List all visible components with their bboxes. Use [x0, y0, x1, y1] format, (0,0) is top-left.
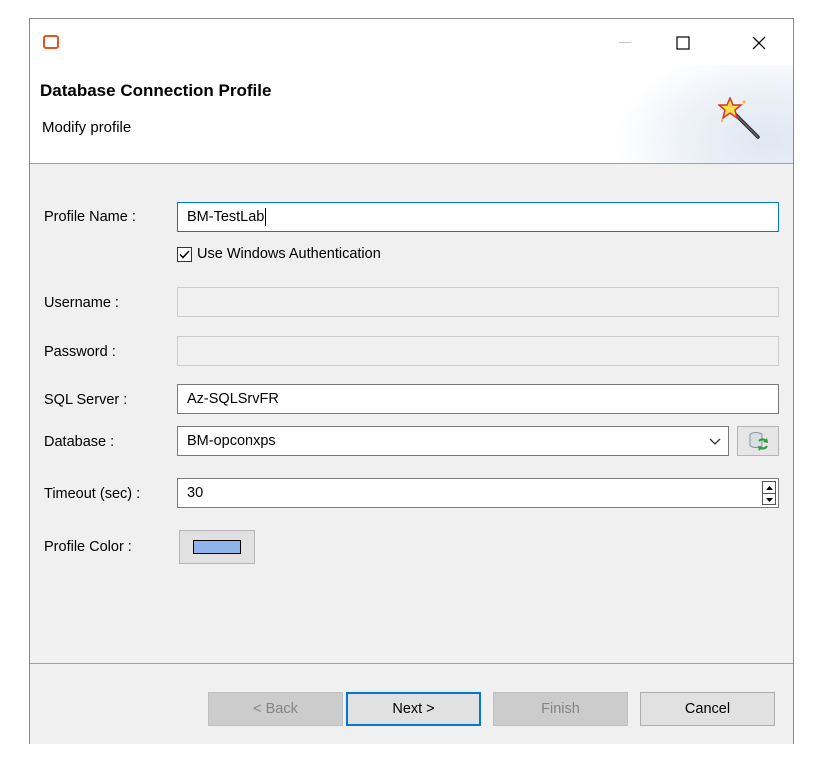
page-title: Database Connection Profile — [40, 81, 272, 100]
timeout-value: 30 — [187, 485, 204, 501]
spin-down-icon — [765, 497, 773, 502]
password-input[interactable] — [177, 336, 779, 366]
spin-up-icon — [765, 485, 773, 490]
database-value: BM-opconxps — [187, 433, 276, 449]
title-bar — [30, 19, 793, 65]
close-button[interactable] — [736, 27, 782, 59]
sql-server-label: SQL Server : — [44, 392, 128, 408]
sql-server-input[interactable]: Az-SQLSrvFR — [177, 384, 779, 414]
username-label: Username : — [44, 295, 119, 311]
maximize-button[interactable] — [660, 27, 706, 59]
chevron-down-icon — [709, 438, 721, 445]
page-subtitle: Modify profile — [42, 119, 132, 136]
profile-name-value: BM-TestLab — [187, 209, 265, 225]
windows-auth-label: Use Windows Authentication — [197, 246, 381, 262]
refresh-database-icon — [749, 432, 768, 451]
close-icon — [752, 36, 766, 50]
form-panel: Profile Name : BM-TestLab Use Windows Au… — [30, 164, 793, 663]
refresh-database-button[interactable] — [737, 426, 779, 456]
next-button[interactable]: Next > — [346, 692, 481, 726]
profile-name-label: Profile Name : — [44, 209, 136, 225]
app-frame-icon — [43, 35, 59, 49]
password-label: Password : — [44, 344, 116, 360]
finish-button[interactable]: Finish — [493, 692, 628, 726]
wizard-header: Database Connection Profile Modify profi… — [30, 65, 793, 163]
spin-up-button[interactable] — [763, 482, 775, 494]
timeout-spinner[interactable]: 30 — [177, 478, 779, 508]
cancel-button[interactable]: Cancel — [640, 692, 775, 726]
username-input[interactable] — [177, 287, 779, 317]
profile-color-button[interactable] — [179, 530, 255, 564]
maximize-icon — [676, 36, 690, 50]
minimize-icon — [619, 42, 631, 43]
profile-color-label: Profile Color : — [44, 539, 132, 555]
spin-down-button[interactable] — [763, 494, 775, 505]
header-background-glow — [613, 65, 793, 163]
windows-auth-checkbox[interactable] — [177, 246, 192, 262]
profile-name-input[interactable]: BM-TestLab — [177, 202, 779, 232]
database-dropdown[interactable]: BM-opconxps — [177, 426, 729, 456]
timeout-label: Timeout (sec) : — [44, 486, 141, 502]
profile-color-swatch — [193, 540, 241, 554]
dialog-window: Database Connection Profile Modify profi… — [29, 18, 794, 744]
back-button[interactable]: < Back — [208, 692, 343, 726]
database-label: Database : — [44, 434, 115, 450]
timeout-spin-buttons[interactable] — [762, 481, 776, 505]
minimize-button[interactable] — [602, 27, 648, 59]
checkmark-icon — [179, 249, 190, 259]
button-bar: < Back Next > Finish Cancel — [30, 664, 793, 744]
windows-auth-option[interactable]: Use Windows Authentication — [177, 246, 381, 262]
magic-wand-icon — [718, 97, 760, 139]
